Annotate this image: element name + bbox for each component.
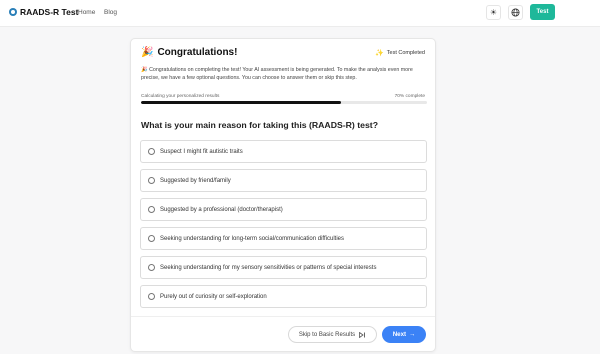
radio-button[interactable] <box>148 264 155 271</box>
option-label: Seeking understanding for long-term soci… <box>160 235 344 242</box>
status-text: Test Completed <box>386 50 425 56</box>
answer-option[interactable]: Seeking understanding for long-term soci… <box>140 227 427 250</box>
nav-link-blog[interactable]: Blog <box>104 9 117 16</box>
sun-icon: ☀ <box>489 8 498 17</box>
progress-fill <box>141 101 342 104</box>
answer-option[interactable]: Suggested by friend/family <box>140 169 427 192</box>
site-logo[interactable]: RAADS-R Test <box>9 7 78 17</box>
results-card: 🎉 Congratulations! ✨ Test Completed 🎉 Co… <box>130 38 436 352</box>
next-button[interactable]: Next → <box>382 326 426 343</box>
test-button[interactable]: Test <box>530 4 555 20</box>
answer-option[interactable]: Suspect I might fit autistic traits <box>140 140 427 163</box>
skip-forward-icon <box>359 331 366 338</box>
language-button[interactable] <box>508 5 523 20</box>
option-label: Suspect I might fit autistic traits <box>160 148 243 155</box>
answer-option[interactable]: Suggested by a professional (doctor/ther… <box>140 198 427 221</box>
answer-option[interactable]: Purely out of curiosity or self-explorat… <box>140 285 427 308</box>
globe-icon <box>511 8 520 17</box>
option-label: Suggested by friend/family <box>160 177 231 184</box>
progress-label: Calculating your personalized results <box>141 94 220 99</box>
radio-button[interactable] <box>148 206 155 213</box>
logo-text: RAADS-R Test <box>20 7 79 17</box>
party-popper-icon: 🎉 <box>141 67 150 73</box>
question-text: What is your main reason for taking this… <box>141 120 378 130</box>
card-title: Congratulations! <box>157 47 238 58</box>
progress-percent: 70% complete <box>394 94 425 99</box>
top-navigation-bar: RAADS-R Test Home Blog ☀ Test <box>0 0 600 27</box>
status-badge: ✨ Test Completed <box>375 49 425 57</box>
next-label: Next <box>392 331 407 338</box>
theme-toggle-button[interactable]: ☀ <box>486 5 501 20</box>
radio-button[interactable] <box>148 177 155 184</box>
option-label: Suggested by a professional (doctor/ther… <box>160 206 283 213</box>
skip-label: Skip to Basic Results <box>298 331 356 338</box>
option-label: Seeking understanding for my sensory sen… <box>160 264 377 271</box>
footer-divider <box>131 316 435 317</box>
intro-text: 🎉 Congratulations on completing the test… <box>141 66 429 82</box>
answer-option[interactable]: Seeking understanding for my sensory sen… <box>140 256 427 279</box>
option-label: Purely out of curiosity or self-explorat… <box>160 293 267 300</box>
radio-button[interactable] <box>148 235 155 242</box>
progress-bar <box>141 101 427 104</box>
party-popper-icon: 🎉 <box>141 47 154 58</box>
card-header: 🎉 Congratulations! <box>141 47 237 58</box>
radio-button[interactable] <box>148 148 155 155</box>
nav-link-home[interactable]: Home <box>78 9 95 16</box>
sparkle-icon: ✨ <box>375 50 384 57</box>
intro-body: Congratulations on completing the test! … <box>141 67 413 82</box>
answer-options: Suspect I might fit autistic traits Sugg… <box>140 140 427 314</box>
skip-to-basic-results-button[interactable]: Skip to Basic Results <box>288 326 377 343</box>
radio-button[interactable] <box>148 293 155 300</box>
arrow-right-icon: → <box>409 331 416 338</box>
logo-icon <box>9 8 17 16</box>
